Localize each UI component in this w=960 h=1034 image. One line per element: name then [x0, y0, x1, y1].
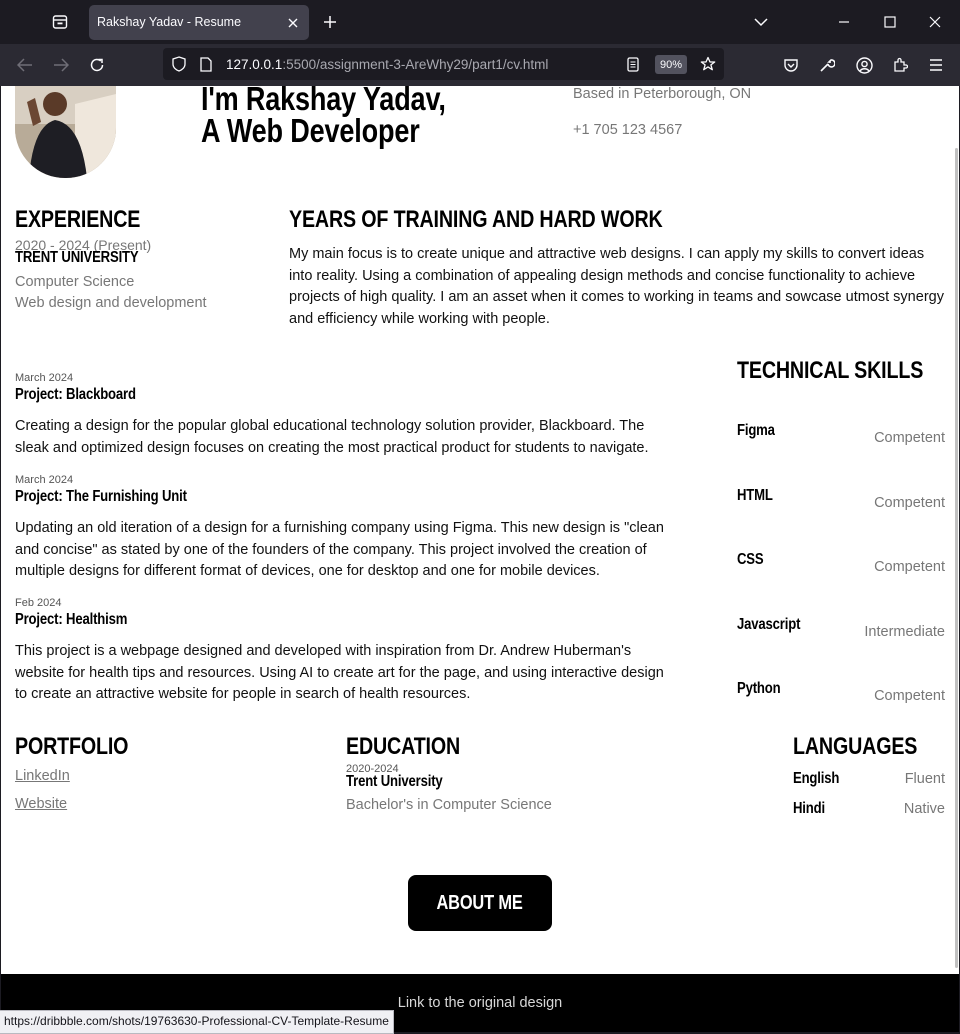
- shield-icon[interactable]: [169, 54, 189, 74]
- language-row: English Fluent: [793, 770, 945, 792]
- close-tab-icon[interactable]: [283, 13, 303, 33]
- reader-view-icon[interactable]: [623, 54, 643, 74]
- project-description: Updating an old iteration of a design fo…: [15, 520, 664, 579]
- skill-row: HTML Competent: [737, 487, 945, 511]
- back-icon[interactable]: [14, 54, 36, 76]
- status-bar-url: https://dribbble.com/shots/19763630-Prof…: [0, 1010, 394, 1034]
- website-link[interactable]: Website: [15, 796, 67, 812]
- firefox-view-icon[interactable]: [49, 11, 71, 33]
- project-description: Creating a design for the popular global…: [15, 418, 649, 456]
- language-level: Fluent: [904, 771, 945, 787]
- skill-level: Competent: [874, 688, 945, 704]
- vertical-scrollbar[interactable]: [955, 148, 958, 968]
- wrench-icon[interactable]: [815, 53, 839, 77]
- language-level: Native: [903, 801, 945, 817]
- experience-field: Computer Science: [15, 274, 135, 290]
- education-heading: EDUCATION: [346, 733, 461, 760]
- project-date: March 2024: [15, 474, 74, 486]
- skill-name: HTML: [737, 487, 773, 504]
- skill-name: CSS: [737, 551, 764, 568]
- original-design-link[interactable]: Link to the original design: [1, 995, 959, 1011]
- about-me-label: ABOUT ME: [436, 891, 524, 914]
- linkedin-link[interactable]: LinkedIn: [15, 768, 70, 784]
- extensions-icon[interactable]: [888, 53, 912, 77]
- skill-row: Javascript Intermediate: [737, 616, 945, 640]
- languages-heading: LANGUAGES: [793, 733, 918, 760]
- address-bar[interactable]: 127.0.0.1:5500/assignment-3-AreWhy29/par…: [163, 48, 724, 80]
- experience-heading: EXPERIENCE: [15, 206, 141, 233]
- project-title: Project: Healthism: [15, 611, 128, 628]
- role-heading: A Web Developer: [201, 112, 420, 149]
- project-description: This project is a webpage designed and d…: [15, 643, 664, 702]
- tab-strip: Rakshay Yadav - Resume: [0, 0, 960, 44]
- skill-row: Figma Competent: [737, 422, 945, 446]
- skill-level: Competent: [874, 559, 945, 575]
- project-date: Feb 2024: [15, 597, 62, 609]
- skill-name: Figma: [737, 422, 775, 439]
- url-host: 127.0.0.1: [226, 57, 283, 72]
- skill-row: Python Competent: [737, 680, 945, 704]
- language-name: Hindi: [793, 800, 825, 817]
- language-name: English: [793, 770, 840, 787]
- education-school: Trent University: [346, 773, 443, 790]
- skill-name: Javascript: [737, 616, 801, 633]
- education-degree: Bachelor's in Computer Science: [346, 797, 552, 813]
- project-item: March 2024 Project: The Furnishing Unit …: [15, 474, 675, 583]
- training-paragraph: My main focus is to create unique and at…: [289, 246, 944, 327]
- avatar: [15, 86, 116, 178]
- url-path: :5500/assignment-3-AreWhy29/part1/cv.htm…: [282, 57, 549, 72]
- skill-name: Python: [737, 680, 781, 697]
- minimize-icon[interactable]: [833, 11, 855, 33]
- close-window-icon[interactable]: [924, 11, 946, 33]
- page-icon[interactable]: [196, 54, 216, 74]
- forward-icon[interactable]: [50, 54, 72, 76]
- new-tab-icon[interactable]: [319, 11, 341, 33]
- menu-icon[interactable]: [924, 53, 948, 77]
- project-title: Project: Blackboard: [15, 386, 136, 403]
- phone-text: +1 705 123 4567: [573, 122, 683, 138]
- reload-icon[interactable]: [86, 54, 108, 76]
- skill-row: CSS Competent: [737, 551, 945, 575]
- bookmark-star-icon[interactable]: [698, 54, 718, 74]
- training-heading: YEARS OF TRAINING AND HARD WORK: [289, 206, 663, 233]
- active-tab[interactable]: Rakshay Yadav - Resume: [89, 5, 309, 40]
- zoom-level-badge[interactable]: 90%: [655, 55, 687, 74]
- project-item: March 2024 Project: Blackboard Creating …: [15, 372, 675, 459]
- about-me-button[interactable]: ABOUT ME: [408, 875, 552, 931]
- skills-heading: TECHNICAL SKILLS: [737, 357, 924, 384]
- portfolio-heading: PORTFOLIO: [15, 733, 129, 760]
- language-row: Hindi Native: [793, 800, 945, 822]
- skill-level: Competent: [874, 430, 945, 446]
- project-title: Project: The Furnishing Unit: [15, 488, 187, 505]
- experience-school: TRENT UNIVERSITY: [15, 249, 139, 266]
- location-text: Based in Peterborough, ON: [573, 86, 752, 102]
- project-date: March 2024: [15, 372, 74, 384]
- skill-level: Competent: [874, 495, 945, 511]
- list-tabs-chevron-down-icon[interactable]: [750, 11, 772, 33]
- page-viewport: I'm Rakshay Yadav, A Web Developer Based…: [1, 86, 959, 1032]
- maximize-icon[interactable]: [879, 11, 901, 33]
- project-item: Feb 2024 Project: Healthism This project…: [15, 597, 675, 706]
- pocket-icon[interactable]: [779, 53, 803, 77]
- skill-level: Intermediate: [864, 624, 945, 640]
- account-icon[interactable]: [852, 53, 876, 77]
- tab-title: Rakshay Yadav - Resume: [97, 15, 242, 29]
- url-text[interactable]: 127.0.0.1:5500/assignment-3-AreWhy29/par…: [226, 57, 548, 72]
- experience-focus: Web design and development: [15, 295, 207, 311]
